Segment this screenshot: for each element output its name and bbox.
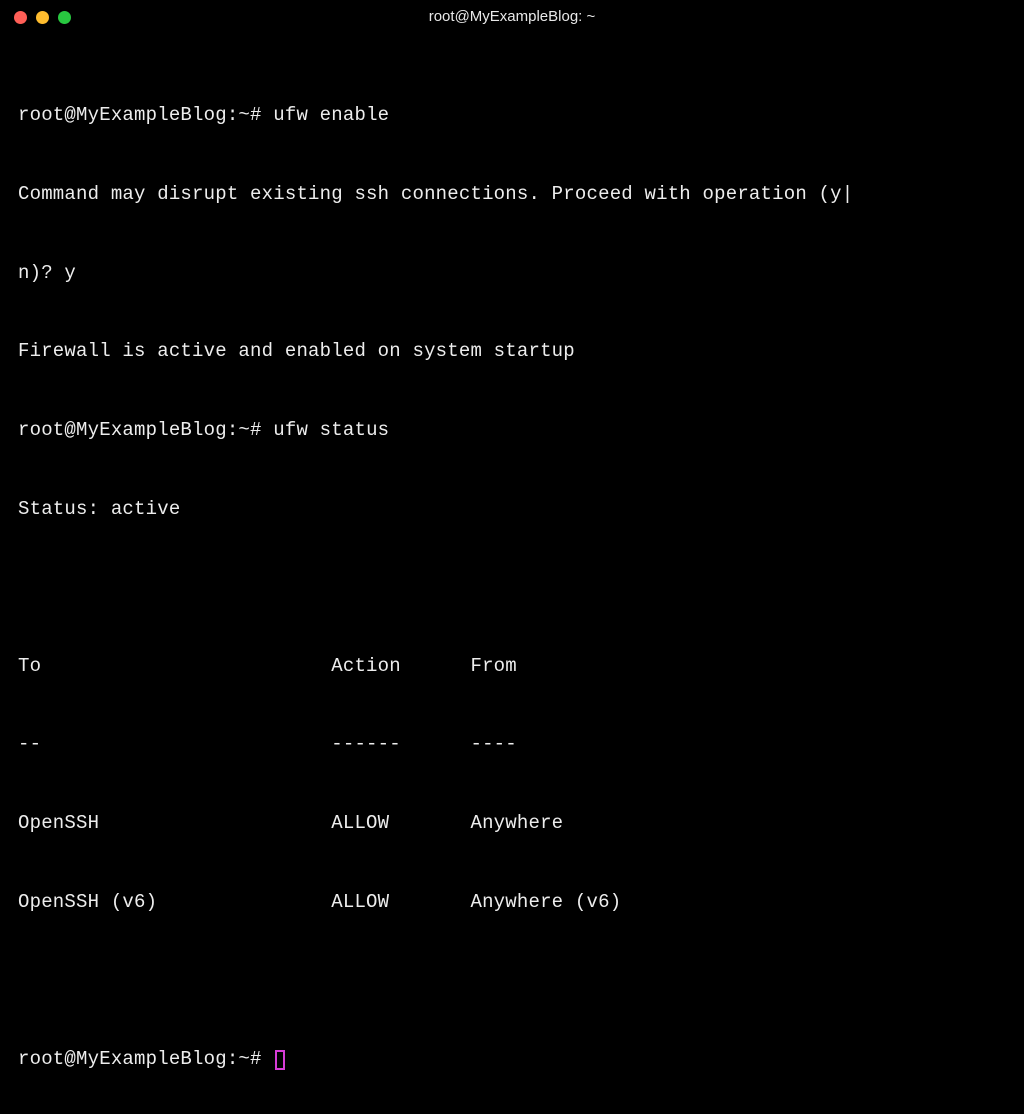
blank-line	[18, 967, 1006, 993]
window-titlebar: root@MyExampleBlog: ~	[0, 0, 1024, 34]
table-header: To Action From	[18, 653, 1006, 679]
table-row: OpenSSH ALLOW Anywhere	[18, 810, 1006, 836]
prompt-line-3: root@MyExampleBlog:~#	[18, 1046, 1006, 1072]
terminal-body[interactable]: root@MyExampleBlog:~# ufw enable Command…	[0, 34, 1024, 1114]
output-line: n)? y	[18, 260, 1006, 286]
command-text: ufw enable	[273, 104, 389, 126]
table-row: OpenSSH (v6) ALLOW Anywhere (v6)	[18, 889, 1006, 915]
table-separator: -- ------ ----	[18, 731, 1006, 757]
prompt-line-2: root@MyExampleBlog:~# ufw status	[18, 417, 1006, 443]
cursor-icon	[275, 1050, 285, 1070]
output-line: Status: active	[18, 496, 1006, 522]
traffic-lights	[14, 11, 71, 24]
maximize-icon[interactable]	[58, 11, 71, 24]
command-text: ufw status	[273, 419, 389, 441]
shell-prompt: root@MyExampleBlog:~#	[18, 419, 262, 441]
blank-line	[18, 574, 1006, 600]
close-icon[interactable]	[14, 11, 27, 24]
output-line: Firewall is active and enabled on system…	[18, 338, 1006, 364]
window-title: root@MyExampleBlog: ~	[0, 7, 1024, 28]
output-line: Command may disrupt existing ssh connect…	[18, 181, 1006, 207]
shell-prompt: root@MyExampleBlog:~#	[18, 104, 262, 126]
minimize-icon[interactable]	[36, 11, 49, 24]
shell-prompt: root@MyExampleBlog:~#	[18, 1048, 262, 1070]
prompt-line-1: root@MyExampleBlog:~# ufw enable	[18, 102, 1006, 128]
